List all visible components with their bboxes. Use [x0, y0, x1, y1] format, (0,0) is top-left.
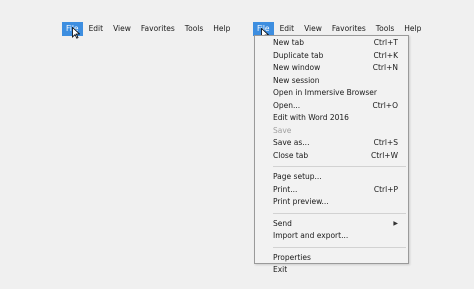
- menu-item-close-tab[interactable]: Close tab Ctrl+W: [255, 150, 408, 163]
- menu-item-new-session[interactable]: New session: [255, 75, 408, 88]
- menu-item-label: Duplicate tab: [273, 50, 324, 60]
- menu-separator: [273, 246, 406, 248]
- menu-item-label: New window: [273, 63, 321, 72]
- menu-item-shortcut: Ctrl+W: [370, 150, 398, 160]
- menu-item-shortcut: Ctrl+O: [372, 100, 398, 110]
- menu-item-label: Import and export...: [273, 231, 349, 240]
- menu-item-label: Properties: [273, 252, 311, 262]
- menu-item-new-tab[interactable]: New tab Ctrl+T: [255, 37, 408, 50]
- menu-item-shortcut: Ctrl+K: [373, 50, 398, 60]
- menu-item-label: Exit: [273, 265, 288, 274]
- menu-item-print[interactable]: Print... Ctrl+P: [255, 184, 408, 197]
- menu-view[interactable]: View: [109, 22, 135, 36]
- menu-item-label: New session: [273, 75, 320, 85]
- menu-item-label: Open...: [273, 100, 301, 110]
- menu-item-save-as[interactable]: Save as... Ctrl+S: [255, 137, 408, 150]
- menubar-open: File Edit View Favorites Tools Help: [253, 22, 427, 36]
- file-menu-dropdown: New tab Ctrl+T Duplicate tab Ctrl+K New …: [254, 35, 409, 274]
- chevron-right-icon: ▶: [393, 219, 398, 227]
- mouse-pointer-icon: [72, 27, 80, 39]
- menu-help[interactable]: Help: [209, 22, 234, 36]
- menu-item-label: Page setup...: [273, 172, 322, 181]
- menu-edit[interactable]: Edit: [276, 22, 299, 36]
- menu-item-properties[interactable]: Properties: [255, 252, 408, 265]
- menu-item-label: Print preview...: [273, 197, 329, 206]
- menu-item-shortcut: Ctrl+N: [372, 63, 398, 72]
- menu-item-send[interactable]: Send ▶: [255, 218, 408, 231]
- menu-item-label: Open in Immersive Browser: [273, 88, 377, 97]
- menu-item-open-immersive[interactable]: Open in Immersive Browser: [255, 87, 408, 100]
- menu-item-open[interactable]: Open... Ctrl+O: [255, 100, 408, 113]
- menu-item-label: Close tab: [273, 150, 309, 160]
- menu-item-label: Save as...: [273, 138, 310, 147]
- menu-item-shortcut: Ctrl+S: [373, 138, 398, 147]
- menu-item-label: New tab: [273, 38, 305, 47]
- menu-item-print-preview[interactable]: Print preview...: [255, 196, 408, 209]
- menu-item-import-export[interactable]: Import and export...: [255, 230, 408, 243]
- menu-item-duplicate-tab[interactable]: Duplicate tab Ctrl+K: [255, 50, 408, 63]
- menu-help[interactable]: Help: [400, 22, 425, 36]
- menu-view[interactable]: View: [300, 22, 326, 36]
- menu-tools[interactable]: Tools: [181, 22, 207, 36]
- menubar-closed: File Edit View Favorites Tools Help: [62, 22, 236, 36]
- menu-item-shortcut: Ctrl+P: [373, 184, 398, 194]
- menu-edit[interactable]: Edit: [85, 22, 108, 36]
- menu-favorites[interactable]: Favorites: [137, 22, 179, 36]
- menu-separator: [273, 212, 406, 214]
- menu-favorites[interactable]: Favorites: [328, 22, 370, 36]
- menu-item-label: Save: [273, 125, 292, 135]
- menu-item-edit-with-word[interactable]: Edit with Word 2016: [255, 112, 408, 125]
- menu-item-label: Print...: [273, 184, 298, 194]
- menu-item-exit[interactable]: Exit: [255, 264, 408, 277]
- menu-item-shortcut: Ctrl+T: [373, 38, 398, 47]
- menu-item-save: Save: [255, 125, 408, 138]
- menu-tools[interactable]: Tools: [372, 22, 398, 36]
- menu-item-label: Edit with Word 2016: [273, 113, 349, 122]
- menu-separator: [273, 166, 406, 167]
- menu-item-new-window[interactable]: New window Ctrl+N: [255, 62, 408, 75]
- menu-item-page-setup[interactable]: Page setup...: [255, 171, 408, 184]
- menu-item-label: Send: [273, 218, 292, 228]
